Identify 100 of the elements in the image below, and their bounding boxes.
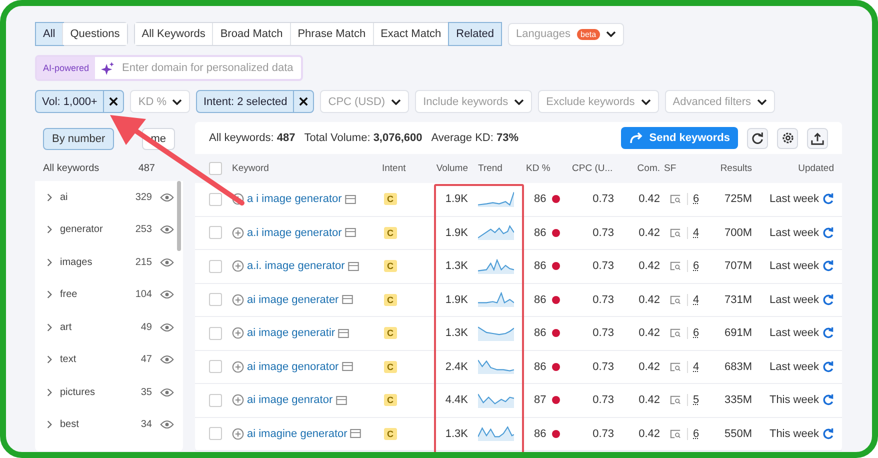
chevron-right-icon[interactable] bbox=[47, 258, 52, 267]
row-checkbox[interactable] bbox=[209, 394, 222, 407]
serp-features-icon[interactable] bbox=[670, 294, 681, 305]
refresh-icon[interactable] bbox=[822, 260, 834, 272]
serp-features-count[interactable]: 4 bbox=[687, 360, 700, 373]
row-checkbox[interactable] bbox=[209, 293, 222, 306]
eye-icon[interactable] bbox=[160, 258, 174, 267]
eye-icon[interactable] bbox=[160, 290, 174, 300]
refresh-icon[interactable] bbox=[822, 226, 834, 239]
add-icon[interactable] bbox=[232, 260, 244, 272]
group-label[interactable]: text bbox=[60, 354, 133, 366]
column-header[interactable]: Volume bbox=[422, 163, 468, 174]
scrollbar[interactable] bbox=[177, 181, 181, 251]
serp-features-count[interactable]: 5 bbox=[687, 394, 700, 406]
eye-icon[interactable] bbox=[160, 192, 174, 202]
group-label[interactable]: generator bbox=[60, 224, 128, 236]
row-checkbox[interactable] bbox=[209, 192, 222, 206]
serp-icon[interactable] bbox=[338, 328, 350, 338]
keyword-link[interactable]: ai image generatir bbox=[247, 327, 336, 340]
match-tab[interactable]: All bbox=[36, 23, 64, 45]
column-header[interactable]: Updated bbox=[752, 163, 834, 174]
serp-features-count[interactable]: 6 bbox=[687, 193, 700, 206]
row-checkbox[interactable] bbox=[209, 427, 222, 440]
refresh-icon[interactable] bbox=[822, 428, 834, 440]
settings-button[interactable] bbox=[777, 128, 798, 148]
serp-features-icon[interactable] bbox=[670, 328, 681, 338]
serp-icon[interactable] bbox=[348, 262, 359, 271]
eye-icon[interactable] bbox=[160, 322, 174, 332]
group-label[interactable]: pictures bbox=[60, 386, 133, 398]
chevron-right-icon[interactable] bbox=[47, 290, 52, 300]
serp-features-icon[interactable] bbox=[670, 362, 681, 372]
serp-icon[interactable] bbox=[342, 295, 353, 304]
column-header[interactable]: Keyword bbox=[228, 163, 378, 174]
serp-icon[interactable] bbox=[344, 194, 356, 204]
domain-field-frame[interactable]: AI-powered Enter domain for personalized data bbox=[35, 55, 303, 81]
column-header[interactable]: Trend bbox=[468, 163, 522, 174]
filter-chip[interactable]: Intent: 2 selected bbox=[196, 90, 314, 113]
group-label[interactable]: art bbox=[60, 322, 133, 333]
chevron-right-icon[interactable] bbox=[47, 225, 52, 234]
keyword-link[interactable]: ai image genrator bbox=[247, 394, 333, 406]
serp-features-count[interactable]: 6 bbox=[687, 260, 700, 272]
refresh-icon[interactable] bbox=[822, 394, 834, 406]
column-header[interactable]: Com. bbox=[614, 163, 660, 174]
keyword-link[interactable]: a.i. image generator bbox=[247, 260, 345, 272]
keyword-link[interactable]: ai image genorator bbox=[247, 360, 339, 373]
serp-icon[interactable] bbox=[342, 362, 353, 372]
add-icon[interactable] bbox=[232, 193, 244, 206]
export-button[interactable] bbox=[807, 128, 828, 148]
serp-features-icon[interactable] bbox=[670, 194, 681, 204]
group-label[interactable]: images bbox=[60, 256, 128, 268]
refresh-icon[interactable] bbox=[822, 360, 834, 373]
keyword-link[interactable]: ai imagine generator bbox=[247, 428, 348, 440]
chevron-right-icon[interactable] bbox=[47, 192, 52, 202]
keyword-link[interactable]: a i image generator bbox=[247, 193, 342, 206]
serp-features-count[interactable]: 4 bbox=[687, 294, 700, 306]
refresh-icon[interactable] bbox=[822, 294, 834, 306]
column-header[interactable]: Intent bbox=[378, 163, 422, 174]
serp-features-icon[interactable] bbox=[670, 228, 681, 238]
chevron-right-icon[interactable] bbox=[47, 388, 52, 397]
eye-icon[interactable] bbox=[160, 420, 174, 430]
add-icon[interactable] bbox=[232, 294, 244, 306]
group-label[interactable]: free bbox=[60, 289, 128, 300]
keyword-link[interactable]: ai image generater bbox=[247, 294, 339, 306]
column-header[interactable]: KD % bbox=[522, 163, 568, 174]
column-header[interactable]: CPC (U... bbox=[568, 163, 614, 174]
eye-icon[interactable] bbox=[160, 355, 174, 364]
sort-tab[interactable]: By number bbox=[43, 128, 114, 150]
add-icon[interactable] bbox=[232, 226, 244, 239]
send-keywords-button[interactable]: Send keywords bbox=[621, 127, 738, 149]
chevron-right-icon[interactable] bbox=[47, 355, 52, 364]
eye-icon[interactable] bbox=[160, 388, 174, 397]
filter-chip[interactable]: Vol: 1,000+ bbox=[35, 90, 124, 113]
column-header[interactable]: SF bbox=[660, 163, 704, 174]
select-all-checkbox[interactable] bbox=[209, 162, 222, 175]
keyword-link[interactable]: a.i image generator bbox=[247, 226, 342, 239]
serp-features-icon[interactable] bbox=[670, 395, 681, 406]
row-checkbox[interactable] bbox=[209, 260, 222, 273]
group-label[interactable]: ai bbox=[60, 192, 128, 203]
serp-features-count[interactable]: 4 bbox=[687, 226, 700, 239]
refresh-icon[interactable] bbox=[822, 193, 834, 206]
domain-field[interactable]: Enter domain for personalized data bbox=[120, 61, 301, 75]
add-icon[interactable] bbox=[232, 394, 244, 406]
chevron-right-icon[interactable] bbox=[47, 420, 52, 430]
match-tab[interactable]: Related bbox=[449, 23, 502, 45]
serp-icon[interactable] bbox=[344, 228, 356, 238]
add-icon[interactable] bbox=[232, 327, 244, 340]
serp-features-count[interactable]: 6 bbox=[687, 327, 700, 340]
serp-icon[interactable] bbox=[336, 396, 347, 405]
refresh-button[interactable] bbox=[747, 128, 768, 148]
serp-features-icon[interactable] bbox=[670, 261, 681, 272]
add-icon[interactable] bbox=[232, 428, 244, 440]
row-checkbox[interactable] bbox=[209, 326, 222, 340]
group-label[interactable]: best bbox=[60, 419, 133, 430]
row-checkbox[interactable] bbox=[209, 226, 222, 240]
refresh-icon[interactable] bbox=[822, 327, 834, 340]
column-header[interactable]: Results bbox=[704, 163, 752, 174]
match-tab[interactable]: Questions bbox=[63, 23, 127, 45]
row-checkbox[interactable] bbox=[209, 360, 222, 374]
serp-features-icon[interactable] bbox=[670, 428, 681, 439]
eye-icon[interactable] bbox=[160, 225, 174, 234]
